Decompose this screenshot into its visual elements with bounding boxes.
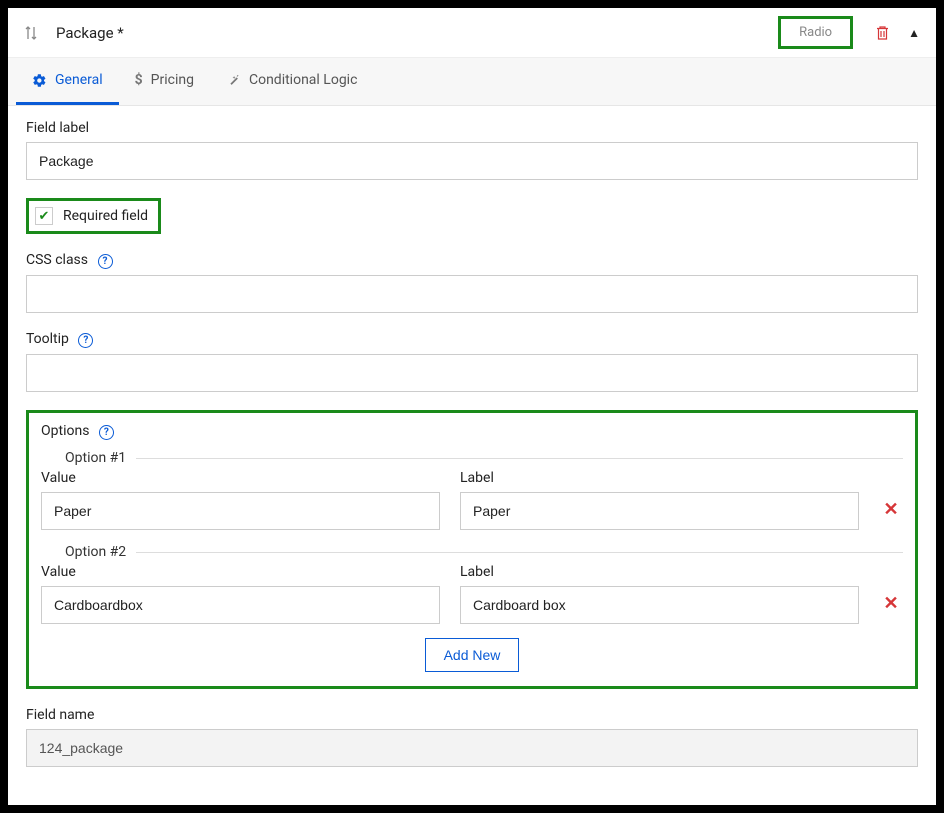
option1-label-input[interactable] [460, 492, 859, 530]
help-icon[interactable]: ? [98, 254, 113, 269]
options-caption: Options [41, 423, 89, 439]
remove-option-icon[interactable]: ✕ [883, 499, 898, 520]
tabs: General $ Pricing Conditional Logic [8, 58, 936, 106]
help-icon[interactable]: ? [78, 333, 93, 348]
tab-conditional[interactable]: Conditional Logic [210, 58, 373, 105]
option1-value-input[interactable] [41, 492, 440, 530]
option2-value-caption: Value [41, 564, 440, 580]
css-class-caption: CSS class ? [26, 252, 918, 269]
tab-pricing[interactable]: $ Pricing [119, 58, 210, 105]
wand-icon [226, 73, 241, 88]
field-label-caption: Field label [26, 120, 918, 136]
help-icon[interactable]: ? [99, 425, 114, 440]
option2-label-input[interactable] [460, 586, 859, 624]
tab-pricing-label: Pricing [151, 72, 194, 88]
tooltip-caption: Tooltip ? [26, 331, 918, 348]
remove-option-icon[interactable]: ✕ [883, 593, 898, 614]
option2-legend: Option #2 [41, 544, 136, 560]
tooltip-caption-text: Tooltip [26, 331, 69, 347]
delete-icon[interactable] [875, 25, 890, 41]
option1-legend: Option #1 [41, 450, 136, 466]
field-title: Package * [56, 24, 778, 42]
tab-general-label: General [55, 72, 103, 88]
add-new-button[interactable]: Add New [425, 638, 520, 672]
drag-handle-icon[interactable] [24, 25, 38, 41]
options-section: Options ? Option #1 Value Label ✕ [26, 410, 918, 689]
required-label: Required field [63, 208, 148, 224]
dollar-icon: $ [135, 72, 143, 88]
option1-label-caption: Label [460, 470, 859, 486]
gear-icon [32, 73, 47, 88]
field-label-input[interactable] [26, 142, 918, 180]
tab-conditional-label: Conditional Logic [249, 72, 357, 88]
field-type-badge: Radio [778, 16, 853, 49]
required-checkbox[interactable]: ✔ [35, 207, 53, 225]
collapse-icon[interactable]: ▲ [908, 26, 920, 40]
tooltip-input[interactable] [26, 354, 918, 392]
field-name-caption: Field name [26, 707, 918, 723]
css-class-input[interactable] [26, 275, 918, 313]
tab-general[interactable]: General [16, 58, 119, 105]
option1-value-caption: Value [41, 470, 440, 486]
css-class-caption-text: CSS class [26, 252, 88, 268]
option2-label-caption: Label [460, 564, 859, 580]
option2-value-input[interactable] [41, 586, 440, 624]
field-name-input[interactable] [26, 729, 918, 767]
